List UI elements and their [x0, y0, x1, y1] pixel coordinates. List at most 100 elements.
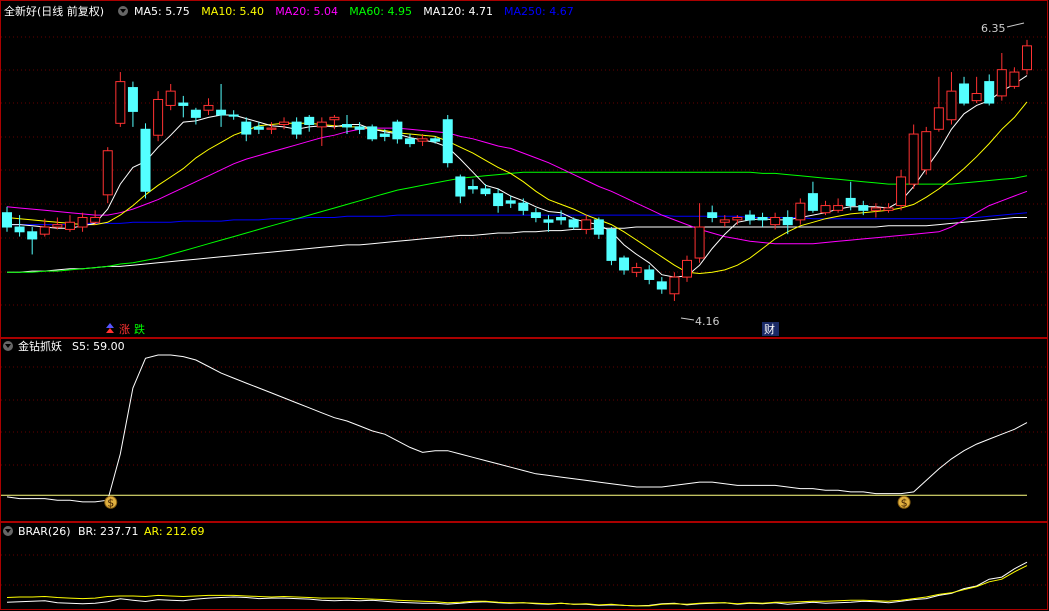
- candle-body-down: [2, 212, 12, 228]
- candle-body-down: [845, 197, 856, 207]
- candle-body-up: [153, 98, 164, 136]
- candle-body-down: [518, 202, 529, 211]
- candle-body-up: [682, 259, 692, 278]
- candle-body-down: [858, 205, 869, 211]
- candle-body-down: [304, 116, 315, 126]
- candle-8: [102, 147, 113, 204]
- marker-finance[interactable]: 财: [764, 322, 775, 336]
- candle-body-up: [90, 216, 101, 223]
- candle-body-up: [719, 219, 730, 223]
- candle-body-up: [631, 267, 642, 273]
- candle-body-down: [480, 188, 491, 195]
- candle-body-down: [14, 226, 25, 233]
- candle-body-up: [329, 116, 340, 121]
- sub2-header: BRAR(26) BR: 237.71 AR: 212.69: [3, 525, 205, 538]
- low-price-label: 4.16: [695, 315, 720, 328]
- sub1-title: 金钻抓妖: [18, 339, 62, 353]
- candle-body-up: [581, 219, 592, 230]
- candle-body-down: [530, 212, 541, 218]
- ma-indicator-2: MA20: 5.04: [275, 5, 338, 18]
- candle-body-down: [442, 119, 453, 164]
- candle-body-down: [190, 109, 201, 118]
- high-price-label: 6.35: [981, 22, 1006, 35]
- candle-body-down: [430, 138, 441, 142]
- candle-11: [140, 123, 151, 199]
- signal-glyph-0: $: [107, 496, 114, 509]
- candle-body-up: [102, 150, 113, 196]
- candle-body-up: [820, 205, 831, 214]
- sub1-value: S5: 59.00: [72, 340, 125, 353]
- candle-48: [606, 227, 617, 266]
- candle-body-up: [52, 224, 63, 228]
- candle-body-down: [959, 83, 970, 104]
- candle-body-down: [27, 231, 38, 240]
- candle-body-down: [505, 200, 516, 204]
- ar-value: AR: 212.69: [144, 525, 205, 538]
- candle-body-down: [556, 216, 567, 221]
- candle-body-up: [694, 226, 705, 259]
- candle-body-up: [896, 176, 907, 207]
- candle-body-up: [266, 127, 277, 130]
- candle-body-up: [795, 202, 806, 221]
- candle-body-down: [757, 216, 768, 221]
- candle-body-down: [354, 126, 365, 130]
- candle-body-up: [417, 138, 428, 142]
- candle-body-up: [39, 226, 50, 235]
- br-value: BR: 237.71: [78, 525, 139, 538]
- candle-body-up: [1009, 71, 1020, 87]
- candle-body-up: [946, 90, 957, 121]
- marker-up[interactable]: 涨: [119, 323, 130, 336]
- candle-body-up: [933, 107, 944, 130]
- candle-body-down: [807, 193, 818, 211]
- candle-body-up: [833, 205, 844, 211]
- candle-body-down: [493, 193, 504, 207]
- candle-body-up: [165, 90, 176, 106]
- candle-body-down: [467, 185, 478, 190]
- stock-title: 全新好(日线 前复权): [4, 4, 104, 18]
- ma-indicator-4: MA120: 4.71: [423, 5, 493, 18]
- candle-body-down: [707, 212, 718, 218]
- candle-body-down: [455, 176, 466, 197]
- candle-body-down: [216, 109, 227, 116]
- candle-body-up: [770, 216, 781, 226]
- candle-body-down: [367, 126, 378, 140]
- candle-body-down: [606, 228, 617, 261]
- candle-body-up: [732, 216, 743, 221]
- candle-body-down: [644, 269, 655, 280]
- candle-body-down: [178, 102, 189, 106]
- candle-body-up: [115, 81, 126, 124]
- candle-body-up: [908, 133, 919, 185]
- candle-body-up: [921, 131, 932, 171]
- candle-body-down: [744, 214, 755, 221]
- candle-body-down: [392, 121, 403, 140]
- candle-body-down: [342, 124, 352, 128]
- candle-body-down: [543, 219, 554, 223]
- candle-body-up: [883, 207, 894, 211]
- candle-body-down: [656, 281, 667, 290]
- ma-indicator-3: MA60: 4.95: [349, 5, 412, 18]
- candle-body-down: [404, 138, 415, 145]
- candle-body-up: [870, 207, 881, 211]
- candle-body-up: [996, 69, 1007, 97]
- ma-indicator-0: MA5: 5.75: [134, 5, 190, 18]
- candle-body-down: [984, 81, 995, 104]
- stock-chart: 全新好(日线 前复权) MA5: 5.75 MA10: 5.40 MA20: 5.0…: [0, 0, 1049, 611]
- marker-down[interactable]: 跌: [134, 322, 145, 336]
- candle-body-down: [127, 87, 138, 112]
- signal-glyph-1: $: [901, 496, 908, 509]
- candle-35: [442, 114, 453, 168]
- candle-body-up: [669, 276, 680, 295]
- candle-body-down: [593, 219, 604, 235]
- candle-body-down: [241, 121, 252, 135]
- candle-body-up: [1022, 45, 1032, 71]
- candle-body-up: [971, 93, 982, 102]
- candle-body-down: [782, 216, 793, 226]
- sub2-title: BRAR(26): [18, 525, 71, 538]
- candle-body-down: [253, 126, 264, 130]
- candle-body-down: [568, 219, 579, 228]
- ma-indicator-5: MA250: 4.67: [504, 5, 574, 18]
- candle-body-down: [140, 128, 151, 192]
- candle-body-up: [64, 221, 75, 230]
- candle-body-up: [77, 216, 88, 228]
- candle-body-down: [619, 257, 630, 271]
